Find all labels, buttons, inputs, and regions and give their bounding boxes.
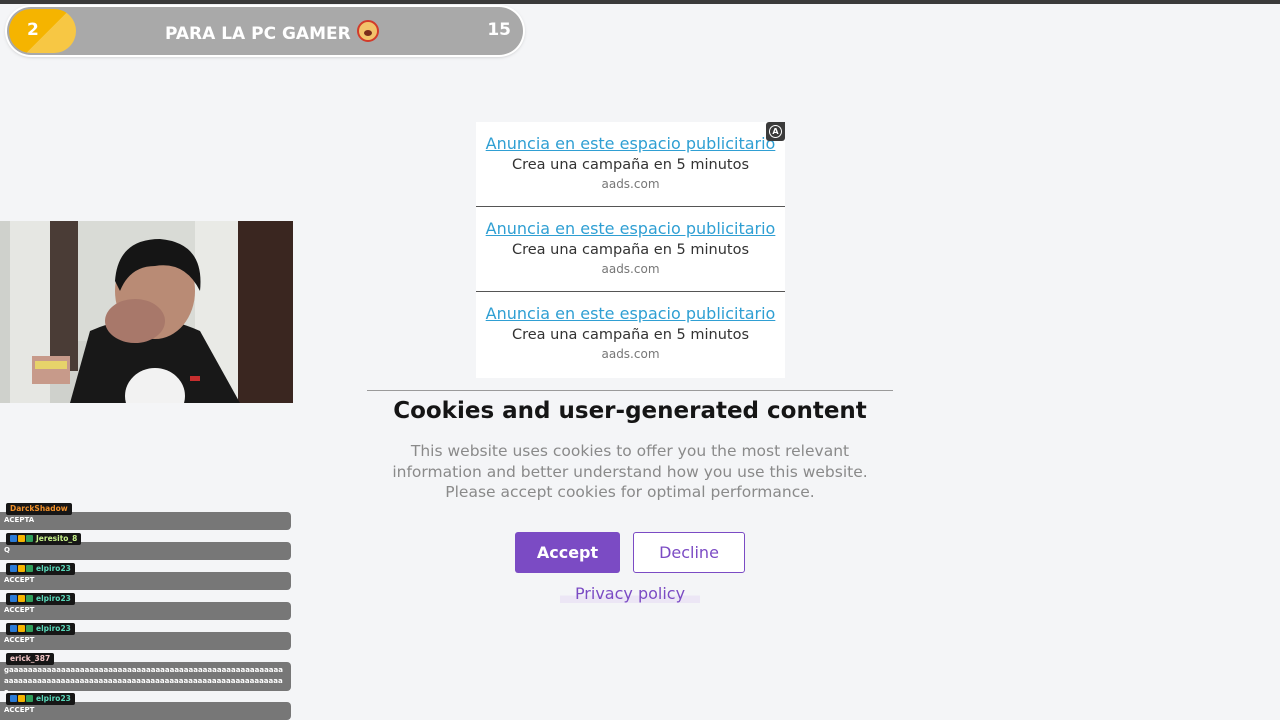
privacy-policy-link[interactable]: Privacy policy: [560, 584, 700, 603]
ad-panel: Anuncia en este espacio publicitario Cre…: [476, 122, 785, 378]
chat-message: erick_387 gaaaaaaaaaaaaaaaaaaaaaaaaaaaaaa…: [0, 650, 292, 696]
ad-description: Crea una campaña en 5 minutos: [511, 327, 749, 343]
goal-current-count: 2: [27, 20, 39, 40]
ad-description: Crea una campaña en 5 minutos: [511, 242, 749, 258]
cookie-title: Cookies and user-generated content: [393, 398, 867, 424]
ad-unit: Anuncia en este espacio publicitario Cre…: [476, 292, 785, 378]
badge-icon: [26, 695, 33, 702]
goal-progress-fill: [9, 9, 77, 53]
chat-username[interactable]: elpiro23: [6, 693, 75, 705]
goal-title-text: PARA LA PC GAMER: [165, 24, 351, 44]
chat-badges-icon: [10, 623, 34, 635]
chat-username[interactable]: DarckShadow: [6, 503, 72, 515]
chat-username[interactable]: erick_387: [6, 653, 55, 665]
cookie-description: This website uses cookies to offer you t…: [392, 442, 868, 501]
badge-icon: [26, 595, 33, 602]
aads-logo-icon[interactable]: A: [766, 122, 785, 141]
badge-icon: [10, 595, 17, 602]
chat-message-text: gaaaaaaaaaaaaaaaaaaaaaaaaaaaaaaaaaaaaaaa…: [0, 662, 291, 696]
webcam-feed: [0, 221, 293, 403]
ad-link[interactable]: Anuncia en este espacio publicitario: [476, 292, 785, 323]
chat-username-text: elpiro23: [36, 624, 71, 633]
cookie-divider: [367, 390, 893, 391]
badge-icon: [10, 625, 17, 632]
chat-overlay: DarckShadow ACEPTA Jeresito_8 Qelpiro23 ACCE…: [0, 500, 292, 720]
ad-domain: aads.com: [601, 262, 660, 276]
chat-message: elpiro23 ACCEPT: [0, 560, 292, 590]
decline-button[interactable]: Decline: [633, 532, 745, 573]
accept-button[interactable]: Accept: [515, 532, 620, 573]
badge-icon: [18, 595, 25, 602]
ad-link[interactable]: Anuncia en este espacio publicitario: [476, 122, 785, 153]
chat-username-text: elpiro23: [36, 594, 71, 603]
chat-message: DarckShadow ACEPTA: [0, 500, 292, 530]
badge-icon: [18, 625, 25, 632]
ad-link[interactable]: Anuncia en este espacio publicitario: [476, 207, 785, 238]
chat-message: Jeresito_8 Q: [0, 530, 292, 560]
badge-icon: [10, 535, 17, 542]
chat-username[interactable]: elpiro23: [6, 593, 75, 605]
chat-badges-icon: [10, 533, 34, 545]
chat-badges-icon: [10, 693, 34, 705]
chat-username-text: Jeresito_8: [36, 534, 78, 543]
goal-target-count: 15: [487, 20, 511, 40]
ad-description: Crea una campaña en 5 minutos: [511, 157, 749, 173]
chat-username[interactable]: elpiro23: [6, 623, 75, 635]
ad-domain: aads.com: [601, 347, 660, 361]
badge-icon: [26, 565, 33, 572]
chat-message: elpiro23 ACCEPT: [0, 590, 292, 620]
ad-unit: Anuncia en este espacio publicitario Cre…: [476, 122, 785, 207]
chat-username-text: elpiro23: [36, 564, 71, 573]
chat-badges-icon: [10, 563, 34, 575]
badge-icon: [18, 565, 25, 572]
badge-icon: [26, 625, 33, 632]
webcam-image: [0, 221, 293, 403]
goal-title: PARA LA PC GAMER: [165, 20, 379, 44]
chat-username-text: DarckShadow: [10, 504, 68, 513]
chat-username[interactable]: elpiro23: [6, 563, 75, 575]
chat-message: elpiro23 ACCEPT: [0, 690, 292, 720]
badge-icon: [26, 535, 33, 542]
chat-badges-icon: [10, 593, 34, 605]
ad-domain: aads.com: [601, 177, 660, 191]
badge-icon: [18, 695, 25, 702]
chat-username-text: erick_387: [10, 654, 51, 663]
chat-message: elpiro23 ACCEPT: [0, 620, 292, 650]
chat-username-text: elpiro23: [36, 694, 71, 703]
ad-unit: Anuncia en este espacio publicitario Cre…: [476, 207, 785, 292]
badge-icon: [10, 695, 17, 702]
chat-username[interactable]: Jeresito_8: [6, 533, 82, 545]
shocked-face-emoji-icon: [356, 20, 379, 42]
badge-icon: [10, 565, 17, 572]
goal-bar: 2 PARA LA PC GAMER 15: [7, 7, 523, 55]
top-border: [0, 0, 1280, 4]
badge-icon: [18, 535, 25, 542]
